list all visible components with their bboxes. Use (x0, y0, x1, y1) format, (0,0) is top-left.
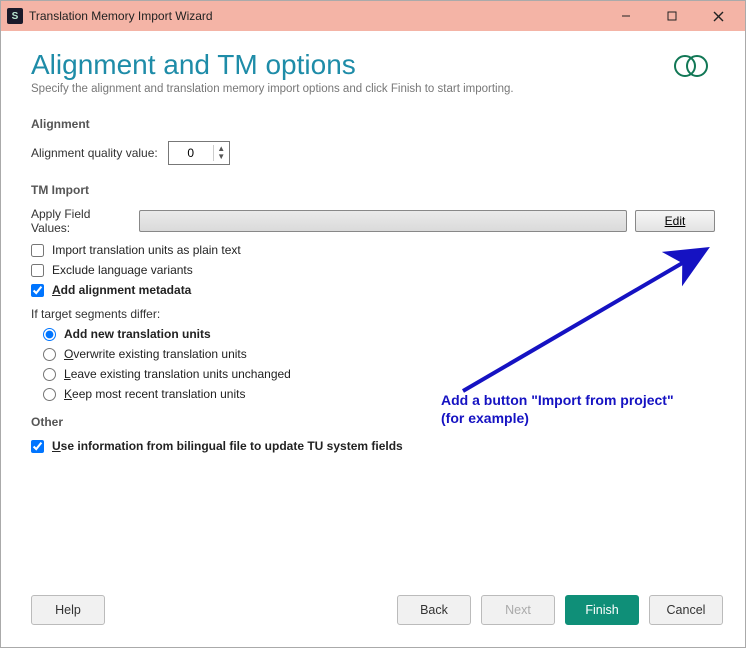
finish-button[interactable]: Finish (565, 595, 639, 625)
chk-add-metadata-label: Add alignment metadata (52, 283, 191, 297)
rad-add-new-label: Add new translation units (64, 327, 211, 341)
rad-add-new[interactable]: Add new translation units (43, 327, 715, 341)
chk-add-metadata[interactable]: Add alignment metadata (31, 283, 715, 297)
annotation-line2: (for example) (441, 409, 711, 427)
apply-field-label: Apply Field Values: (31, 207, 131, 235)
rad-overwrite-input[interactable] (43, 348, 56, 361)
chk-bilingual-box[interactable] (31, 440, 44, 453)
chk-bilingual-label: Use information from bilingual file to u… (52, 439, 403, 453)
back-button[interactable]: Back (397, 595, 471, 625)
annotation-line1: Add a button "Import from project" (441, 391, 711, 409)
window-title: Translation Memory Import Wizard (29, 9, 603, 23)
minimize-button[interactable] (603, 1, 649, 31)
edit-button[interactable]: Edit (635, 210, 715, 232)
close-button[interactable] (695, 1, 741, 31)
maximize-button[interactable] (649, 1, 695, 31)
rad-leave-input[interactable] (43, 368, 56, 381)
chk-plain-text-box[interactable] (31, 244, 44, 257)
next-button: Next (481, 595, 555, 625)
rad-keep-label: Keep most recent translation units (64, 387, 245, 401)
alignment-quality-label: Alignment quality value: (31, 146, 158, 160)
chk-exclude-variants-box[interactable] (31, 264, 44, 277)
footer: Help Back Next Finish Cancel (1, 587, 745, 647)
rad-overwrite-label: Overwrite existing translation units (64, 347, 247, 361)
chk-bilingual[interactable]: Use information from bilingual file to u… (31, 439, 715, 453)
page-title: Alignment and TM options (31, 49, 715, 81)
rad-add-new-input[interactable] (43, 328, 56, 341)
rad-leave-label: Leave existing translation units unchang… (64, 367, 291, 381)
help-button[interactable]: Help (31, 595, 105, 625)
tm-import-heading: TM Import (31, 183, 715, 197)
chk-plain-text-label: Import translation units as plain text (52, 243, 241, 257)
close-icon (713, 11, 724, 22)
maximize-icon (667, 11, 677, 21)
chk-exclude-variants[interactable]: Exclude language variants (31, 263, 715, 277)
apply-field-input[interactable] (139, 210, 627, 232)
alignment-heading: Alignment (31, 117, 715, 131)
minimize-icon (621, 11, 631, 21)
rings-icon (671, 53, 711, 82)
rad-keep-input[interactable] (43, 388, 56, 401)
wizard-window: S Translation Memory Import Wizard Align… (0, 0, 746, 648)
content-area: Alignment and TM options Specify the ali… (1, 31, 745, 587)
titlebar: S Translation Memory Import Wizard (1, 1, 745, 31)
chk-exclude-variants-label: Exclude language variants (52, 263, 193, 277)
annotation-text: Add a button "Import from project" (for … (441, 391, 711, 427)
page-subtitle: Specify the alignment and translation me… (31, 83, 715, 95)
rad-overwrite[interactable]: Overwrite existing translation units (43, 347, 715, 361)
spinner-arrows[interactable]: ▲▼ (213, 145, 229, 161)
differ-label: If target segments differ: (31, 307, 715, 321)
chk-add-metadata-box[interactable] (31, 284, 44, 297)
app-icon: S (7, 8, 23, 24)
alignment-quality-spinner[interactable]: ▲▼ (168, 141, 230, 165)
alignment-quality-input[interactable] (169, 146, 213, 160)
rad-leave[interactable]: Leave existing translation units unchang… (43, 367, 715, 381)
cancel-button[interactable]: Cancel (649, 595, 723, 625)
chk-plain-text[interactable]: Import translation units as plain text (31, 243, 715, 257)
